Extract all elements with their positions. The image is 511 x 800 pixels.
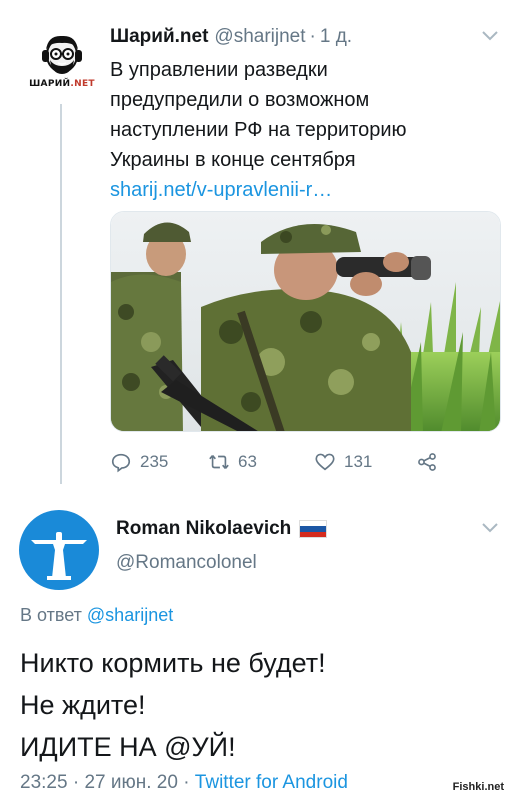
tweet-text: Никто кормить не будет! Не ждите! ИДИТЕ … [20,642,326,768]
share-button[interactable] [416,451,446,473]
tweet-source-link[interactable]: Twitter for Android [195,772,348,793]
avatar-sharijnet[interactable]: ШАРИЙ.NET [22,30,102,96]
reply-mention-link[interactable]: @sharijnet [87,605,173,625]
tweet-text-line: Никто кормить не будет! [20,648,326,678]
watermark: Fishki.net [449,780,507,794]
tweet1-header: Шарий.net @sharijnet · 1 д. [110,22,505,52]
russia-flag-icon [299,520,328,538]
tweet-text-line: ИДИТЕ НА @УЙ! [20,732,236,762]
tweet-text-line: Украины в конце сентября [110,149,356,171]
tweet2-author-row: Roman Nikolaevich [116,516,328,542]
tweet-text-line: наступлении РФ на территорию [110,119,407,141]
share-icon [418,453,436,471]
tweet-text-line: В управлении разведки [110,59,328,81]
retweet-count: 63 [238,452,257,471]
reply-count: 235 [140,452,169,471]
tweet1-action-bar: 235 63 131 [110,448,505,476]
airplane-emblem-icon [31,532,87,580]
author-name[interactable]: Шарий.net [110,26,208,48]
tweet-sharijnet[interactable]: ШАРИЙ.NET Шарий.net @sharijnet · 1 д. В … [0,0,511,500]
author-handle[interactable]: @sharijnet [214,26,305,48]
thread-connector-line [60,104,62,484]
avatar-romancolonel[interactable] [19,510,99,590]
reply-prefix: В ответ [20,605,82,625]
tweet-meta: 23:25 · 27 июн. 20 · Twitter for Android [20,772,348,794]
tweet-text-line: предупредили о возможном [110,89,370,111]
retweet-button[interactable]: 63 [208,451,257,473]
like-count: 131 [344,452,373,471]
author-handle[interactable]: @Romancolonel [116,552,257,574]
reply-icon [111,453,131,473]
tweet-date[interactable]: 27 июн. 20 [84,772,177,793]
mascot-logo-icon [42,35,82,74]
tweet1-body: Шарий.net @sharijnet · 1 д. В управлении… [110,22,505,205]
reply-context: В ответ @sharijnet [20,605,173,626]
separator-dot: · [72,772,80,793]
heart-icon [315,453,335,471]
tweet-text-line: Не ждите! [20,690,146,720]
tweet-photo[interactable] [110,211,501,432]
author-name[interactable]: Roman Nikolaevich [116,518,291,540]
soldiers-photo-image [111,212,500,431]
tweet-timestamp[interactable]: 1 д. [320,26,352,48]
tweet-time[interactable]: 23:25 [20,772,68,793]
retweet-icon [209,455,229,469]
reply-button[interactable]: 235 [110,451,168,473]
tweet-text: В управлении разведки предупредили о воз… [110,55,505,175]
chevron-down-icon[interactable] [481,522,499,534]
separator-dot: · [309,26,316,47]
separator-dot: · [183,772,190,793]
chevron-down-icon[interactable] [481,30,499,42]
article-link[interactable]: sharij.net/v-upravlenii-r… [110,175,505,205]
avatar-logo-text: ШАРИЙ.NET [29,79,95,89]
like-button[interactable]: 131 [314,451,372,473]
